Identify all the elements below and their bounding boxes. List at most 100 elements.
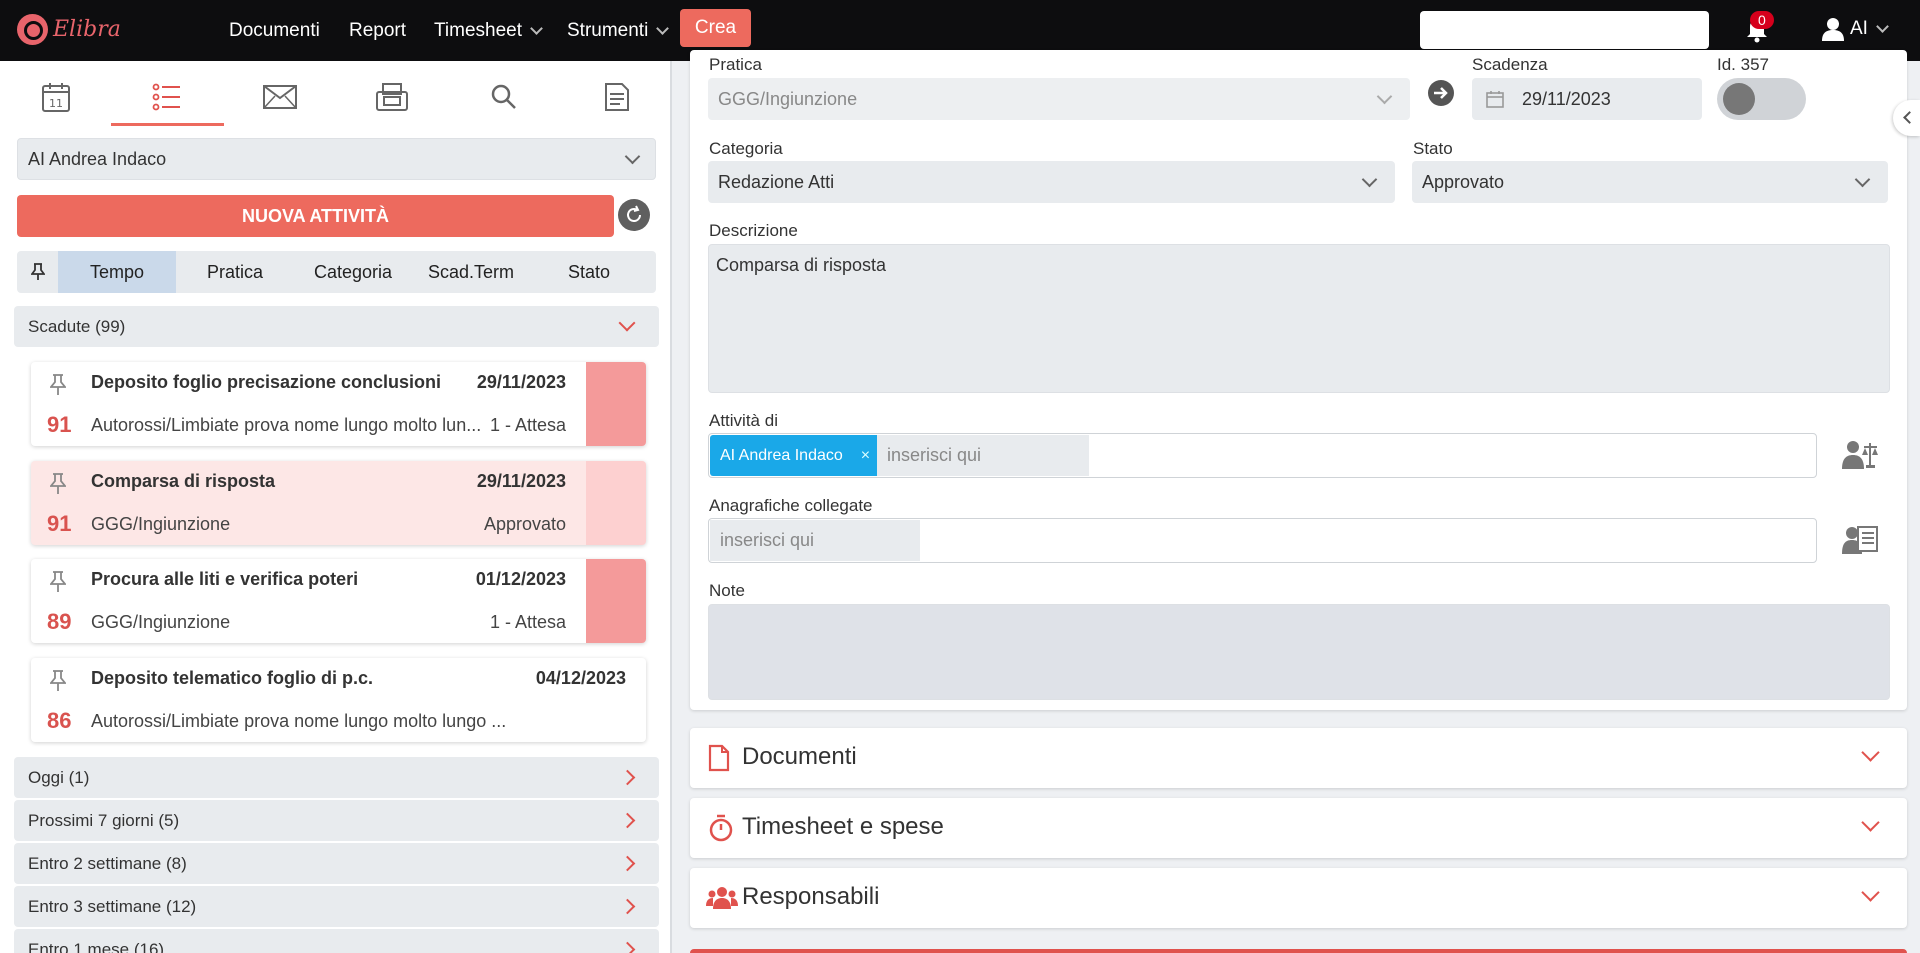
- group-prossimi-7-giorni[interactable]: Prossimi 7 giorni (5): [14, 800, 659, 841]
- pin-icon[interactable]: [50, 571, 66, 593]
- card-title: Deposito telematico foglio di p.c.: [91, 668, 374, 688]
- tool-mail[interactable]: [250, 77, 310, 117]
- accordion-documenti[interactable]: Documenti: [690, 728, 1907, 788]
- envelope-icon: [263, 85, 297, 109]
- scadenza-value: 29/11/2023: [1522, 89, 1611, 109]
- accordion-responsabili[interactable]: Responsabili: [690, 868, 1907, 928]
- group-scadute[interactable]: Scadute (99): [14, 306, 659, 347]
- chip-label: AI Andrea Indaco: [720, 447, 843, 464]
- legal-user-icon: [1842, 441, 1878, 469]
- toggle-switch[interactable]: [1717, 78, 1806, 120]
- crea-button[interactable]: Crea: [680, 9, 751, 47]
- list-icon: [152, 83, 180, 111]
- card-color-strip: [586, 461, 646, 545]
- tool-list[interactable]: [137, 77, 197, 117]
- sort-tab-categoria[interactable]: Categoria: [294, 251, 412, 293]
- nav-timesheet-label: Timesheet: [434, 20, 522, 41]
- lawyer-icon-button[interactable]: [1840, 435, 1880, 475]
- accordion-title: Timesheet e spese: [742, 813, 944, 840]
- remove-chip-icon[interactable]: ×: [861, 435, 870, 476]
- note-label: Note: [709, 581, 745, 600]
- sort-tab-tempo[interactable]: Tempo: [58, 251, 176, 293]
- nav-timesheet[interactable]: Timesheet: [434, 0, 543, 61]
- scadenza-date-input[interactable]: 29/11/2023: [1472, 78, 1702, 120]
- anagrafiche-input[interactable]: inserisci qui: [710, 520, 920, 561]
- chevron-down-icon: [1376, 88, 1393, 105]
- nav-report[interactable]: Report: [349, 0, 406, 61]
- nav-documenti-label: Documenti: [229, 20, 320, 41]
- active-tool-indicator: [111, 123, 224, 126]
- user-menu[interactable]: AI: [1822, 17, 1889, 41]
- pratica-select[interactable]: GGG/Ingiunzione: [708, 78, 1410, 120]
- descrizione-textarea[interactable]: Comparsa di risposta: [708, 244, 1890, 393]
- open-pratica-button[interactable]: [1428, 80, 1454, 106]
- categoria-label: Categoria: [709, 139, 783, 158]
- note-textarea[interactable]: [708, 604, 1890, 700]
- activity-card[interactable]: Procura alle liti e verifica poteri 01/1…: [31, 559, 646, 643]
- svg-text:11: 11: [49, 97, 63, 110]
- tool-search[interactable]: [474, 77, 534, 117]
- accordion-timesheet[interactable]: Timesheet e spese: [690, 798, 1907, 858]
- tool-calendar[interactable]: 11: [26, 77, 86, 117]
- card-date: 29/11/2023: [476, 372, 566, 392]
- sort-tab-pratica[interactable]: Pratica: [176, 251, 294, 293]
- fax-icon: [376, 83, 408, 111]
- card-date: 04/12/2023: [535, 668, 626, 688]
- group-label: Entro 3 settimane (12): [28, 897, 197, 916]
- app-logo[interactable]: Elibra: [17, 14, 121, 45]
- toggle-knob: [1723, 83, 1755, 115]
- group-label: Prossimi 7 giorni (5): [28, 811, 180, 830]
- card-date: 01/12/2023: [475, 569, 566, 589]
- chevron-right-icon: [619, 855, 636, 872]
- accordion-title: Responsabili: [742, 883, 880, 910]
- pin-icon[interactable]: [50, 374, 66, 396]
- user-filter-select[interactable]: AI Andrea Indaco: [17, 138, 656, 180]
- attivita-di-input[interactable]: inserisci qui: [877, 435, 1089, 476]
- nav-strumenti[interactable]: Strumenti: [567, 0, 670, 61]
- sort-tab-stato[interactable]: Stato: [530, 251, 648, 293]
- refresh-button[interactable]: [618, 199, 650, 231]
- activity-card-selected[interactable]: Comparsa di risposta 29/11/2023 91 GGG/I…: [31, 461, 646, 545]
- card-days-count: 86: [47, 708, 72, 733]
- card-pratica: GGG/Ingiunzione: [91, 514, 231, 534]
- scadenza-label: Scadenza: [1472, 55, 1548, 74]
- card-pratica: Autorossi/Limbiate prova nome lungo molt…: [91, 711, 507, 731]
- group-oggi[interactable]: Oggi (1): [14, 757, 659, 798]
- tool-fax[interactable]: [362, 77, 422, 117]
- anagrafiche-field[interactable]: inserisci qui: [708, 518, 1817, 563]
- notification-count-badge: 0: [1750, 11, 1774, 29]
- card-days-count: 91: [47, 511, 72, 536]
- sort-pin[interactable]: [17, 251, 58, 293]
- card-status: Approvato: [483, 514, 566, 534]
- group-entro-2-settimane[interactable]: Entro 2 settimane (8): [14, 843, 659, 884]
- group-label: Oggi (1): [28, 768, 90, 787]
- contact-card-icon-button[interactable]: [1840, 520, 1880, 560]
- categoria-select[interactable]: Redazione Atti: [708, 161, 1395, 203]
- file-icon: [708, 744, 730, 772]
- pin-icon[interactable]: [50, 473, 66, 495]
- search-icon: [491, 84, 516, 109]
- user-icon: [1822, 18, 1844, 41]
- sort-tab-scad-term[interactable]: Scad.Term: [412, 251, 530, 293]
- new-activity-button[interactable]: NUOVA ATTIVITÀ: [17, 195, 614, 237]
- global-search-input[interactable]: [1420, 11, 1709, 49]
- card-days-count: 91: [47, 412, 72, 437]
- chevron-down-icon: [1876, 20, 1889, 33]
- categoria-value: Redazione Atti: [718, 172, 835, 192]
- attivita-di-field[interactable]: AI Andrea Indaco × inserisci qui: [708, 433, 1817, 478]
- descrizione-value: Comparsa di risposta: [716, 255, 887, 275]
- group-entro-3-settimane[interactable]: Entro 3 settimane (12): [14, 886, 659, 927]
- assignee-chip: AI Andrea Indaco ×: [710, 435, 881, 476]
- pin-icon[interactable]: [50, 670, 66, 692]
- group-entro-1-mese[interactable]: Entro 1 mese (16): [14, 929, 659, 953]
- nav-documenti[interactable]: Documenti: [229, 0, 320, 61]
- arrow-right-icon: [1434, 87, 1448, 99]
- activity-sidebar: 11 AI Andrea Indaco NUOVA ATTIVITÀ Tempo…: [0, 61, 670, 953]
- descrizione-label: Descrizione: [709, 221, 798, 240]
- activity-card[interactable]: Deposito foglio precisazione conclusioni…: [31, 362, 646, 446]
- group-label: Scadute (99): [28, 317, 126, 336]
- report-icon: [605, 83, 629, 111]
- activity-card[interactable]: Deposito telematico foglio di p.c. 04/12…: [31, 658, 646, 742]
- stato-select[interactable]: Approvato: [1412, 161, 1888, 203]
- tool-report[interactable]: [587, 77, 647, 117]
